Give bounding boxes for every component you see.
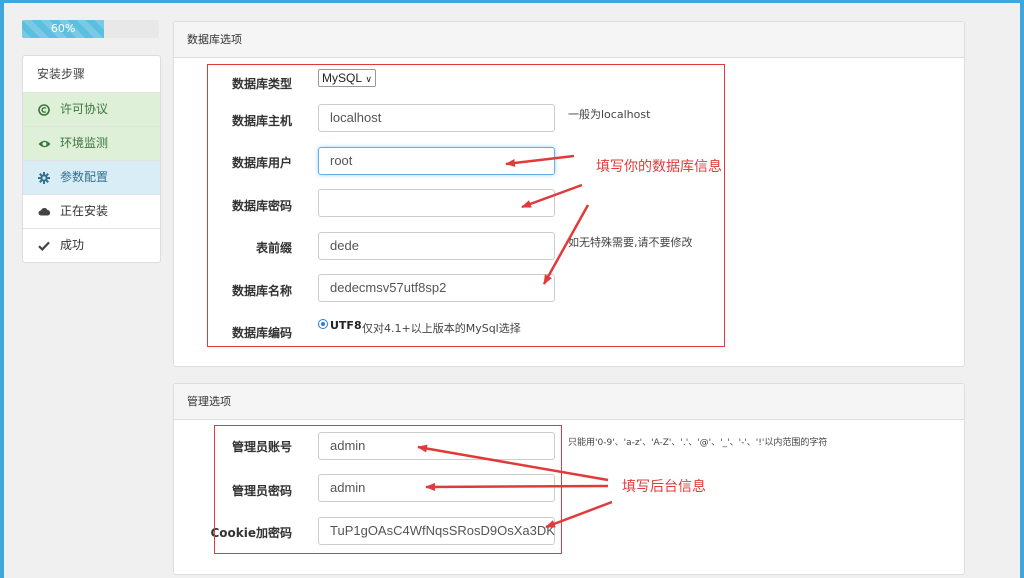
window-top-border: [0, 0, 1024, 3]
step-license: 许可协议: [23, 93, 160, 127]
admin-annotation-box: [214, 425, 562, 554]
db-annotation-box: [207, 64, 725, 347]
admin-account-hint: 只能用'0-9'、'a-z'、'A-Z'、'.'、'@'、'_'、'-'、'!'…: [568, 438, 828, 448]
step-label: 许可协议: [60, 102, 109, 116]
install-steps-title: 安装步骤: [23, 56, 160, 93]
window-left-border: [0, 0, 4, 578]
step-label: 成功: [60, 238, 85, 252]
step-installing: 正在安装: [23, 195, 160, 229]
admin-options-title: 管理选项: [174, 384, 964, 420]
install-progress: 60%: [22, 20, 159, 38]
admin-annotation-text: 填写后台信息: [622, 479, 706, 495]
install-progress-bar: 60%: [22, 20, 105, 38]
gear-icon: [37, 171, 51, 185]
check-icon: [37, 239, 51, 253]
step-config: 参数配置: [23, 161, 160, 195]
step-label: 环境监测: [60, 136, 109, 150]
step-environment: 环境监测: [23, 127, 160, 161]
window-right-border: [1020, 0, 1024, 578]
step-success: 成功: [23, 229, 160, 262]
eye-icon: [37, 137, 51, 151]
install-steps-panel: 安装步骤 许可协议 环境监测 参数配置 正在安装 成功: [22, 55, 161, 263]
copyright-icon: [37, 103, 51, 117]
db-annotation-text: 填写你的数据库信息: [596, 159, 722, 175]
step-label: 参数配置: [60, 170, 109, 184]
database-options-title: 数据库选项: [174, 22, 964, 58]
cloud-icon: [37, 205, 51, 219]
step-label: 正在安装: [60, 204, 109, 218]
